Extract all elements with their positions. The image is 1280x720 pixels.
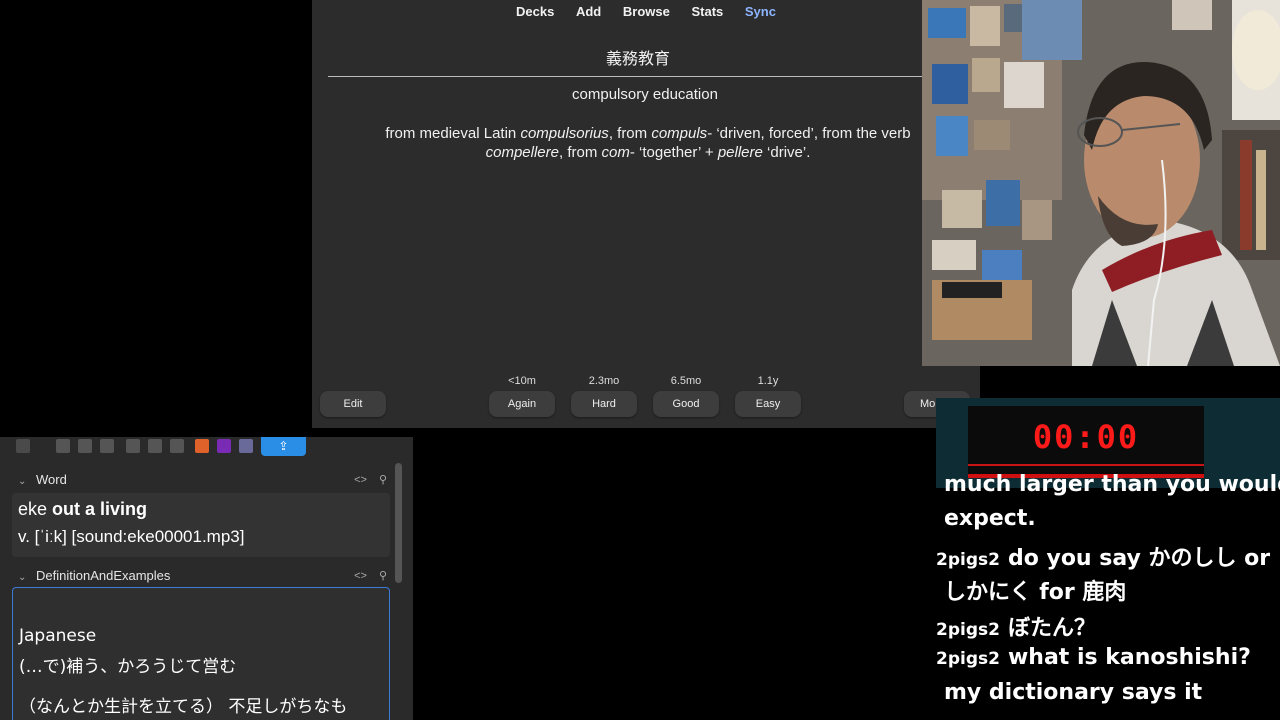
pin-icon[interactable]: ⚲	[379, 570, 387, 582]
chat-message: expect.	[944, 506, 1036, 531]
numbered-list-icon[interactable]	[78, 439, 92, 453]
etymology-text: from medieval Latin	[385, 125, 521, 142]
chevron-down-icon[interactable]: ⌄	[18, 476, 36, 487]
etymology-term: compulsorius	[520, 125, 609, 142]
addon-main-button[interactable]: ⇪	[261, 437, 306, 456]
edit-button[interactable]: Edit	[320, 391, 386, 417]
chat-message: what is kanoshishi?	[1007, 645, 1251, 670]
def-line: Japanese	[19, 626, 97, 646]
def-line: (…で)補う、かろうじて営む	[19, 657, 237, 677]
word-pronunciation: v. [ˈiːk] [sound:eke00001.mp3]	[18, 527, 245, 546]
editor-scrollbar[interactable]	[395, 463, 402, 583]
etymology-term: compellere	[485, 144, 559, 161]
etymology-text: , from	[608, 125, 652, 142]
chat-message: much larger than you would	[944, 472, 1280, 497]
word-field[interactable]: eke out a living v. [ˈiːk] [sound:eke000…	[12, 493, 390, 557]
word-field-header[interactable]: ⌄ Word	[18, 472, 67, 487]
html-editor-icon[interactable]: <>	[354, 570, 367, 582]
easy-button[interactable]: Easy	[735, 391, 801, 417]
html-editor-icon[interactable]: <>	[354, 474, 367, 486]
nav-decks[interactable]: Decks	[516, 4, 554, 19]
bullet-list-icon[interactable]	[56, 439, 70, 453]
etymology-term: com	[601, 144, 630, 161]
word-line-main: eke out a living	[18, 499, 147, 520]
anki-review-window: Decks Add Browse Stats Sync 義務教育 compuls…	[312, 0, 980, 428]
top-nav: Decks Add Browse Stats Sync	[312, 4, 980, 19]
addon-orange-icon[interactable]	[195, 439, 209, 453]
chat-message: しかにく for 鹿肉	[944, 580, 1127, 605]
webcam-feed	[922, 0, 1280, 366]
chat-line: 2pigs2 what is kanoshishi?	[936, 645, 1251, 670]
nav-browse[interactable]: Browse	[623, 4, 670, 19]
def-field-label: DefinitionAndExamples	[36, 568, 171, 583]
def-line: （なんとか生計を立てる） 不足しがちなも	[19, 697, 348, 717]
pin-icon[interactable]: ⚲	[379, 474, 387, 486]
chat-username: 2pigs2	[936, 550, 1000, 570]
interval-easy: 1.1y	[757, 375, 779, 387]
chat-username: 2pigs2	[936, 649, 1000, 669]
card-divider	[328, 76, 980, 77]
good-button[interactable]: Good	[653, 391, 719, 417]
chat-line: my dictionary says it	[936, 680, 1202, 705]
chat-line: much larger than you would	[936, 472, 1280, 497]
interval-hard: 2.3mo	[588, 375, 620, 387]
chevron-down-icon[interactable]: ⌄	[18, 572, 36, 583]
nav-sync[interactable]: Sync	[745, 4, 776, 19]
word-field-label: Word	[36, 472, 67, 487]
def-field-header[interactable]: ⌄ DefinitionAndExamples	[18, 568, 170, 583]
formula-icon[interactable]	[170, 439, 184, 453]
chat-line: 2pigs2 ぼたん？	[936, 610, 1096, 642]
eraser-icon[interactable]	[16, 439, 30, 453]
chat-line: 2pigs2 do you say かのしし or	[936, 540, 1270, 572]
word-field-tools: <> ⚲	[342, 473, 387, 486]
etymology-term: compuls	[651, 125, 708, 142]
chat-message: my dictionary says it	[944, 680, 1203, 705]
def-field-tools: <> ⚲	[342, 569, 387, 582]
nav-add[interactable]: Add	[576, 4, 601, 19]
editor-toolbar: ⇪	[0, 437, 413, 457]
webcam-image	[922, 0, 1280, 366]
timer-value: 00:00	[1032, 418, 1140, 456]
microphone-icon[interactable]	[148, 439, 162, 453]
chat-overlay: much larger than you would expect. 2pigs…	[936, 466, 1280, 720]
interval-good: 6.5mo	[670, 375, 702, 387]
chat-message: ぼたん？	[1007, 616, 1096, 641]
word-plain: eke	[18, 499, 53, 519]
attach-icon[interactable]	[126, 439, 140, 453]
addon-purple-icon[interactable]	[217, 439, 231, 453]
etymology-text: - ‘driven, forced’, from the verb	[707, 125, 911, 142]
chat-line: しかにく for 鹿肉	[936, 574, 1126, 606]
chat-message: do you say かのしし or	[1007, 546, 1271, 571]
etymology-text: , from	[559, 144, 602, 161]
again-button[interactable]: Again	[489, 391, 555, 417]
align-icon[interactable]	[100, 439, 114, 453]
addon-blue-icon[interactable]	[239, 439, 253, 453]
chat-username: 2pigs2	[936, 620, 1000, 640]
etymology-text: - ‘together’ +	[629, 144, 718, 161]
card-meaning: compulsory education	[572, 86, 718, 103]
word-bold: out a living	[52, 499, 148, 519]
chat-line: expect.	[936, 506, 1036, 531]
interval-again: <10m	[508, 375, 536, 387]
hard-button[interactable]: Hard	[571, 391, 637, 417]
nav-stats[interactable]: Stats	[691, 4, 723, 19]
note-editor: ⇪ ⌄ Word <> ⚲ eke out a living v. [ˈiːk] […	[0, 437, 413, 720]
card-etymology: from medieval Latin compulsorius, from c…	[352, 124, 944, 162]
card-front-text: 義務教育	[605, 49, 670, 68]
definition-field[interactable]: Japanese (…で)補う、かろうじて営む （なんとか生計を立てる） 不足し…	[12, 587, 390, 720]
etymology-text: ‘drive’.	[762, 144, 811, 161]
etymology-term: pellere	[717, 144, 763, 161]
